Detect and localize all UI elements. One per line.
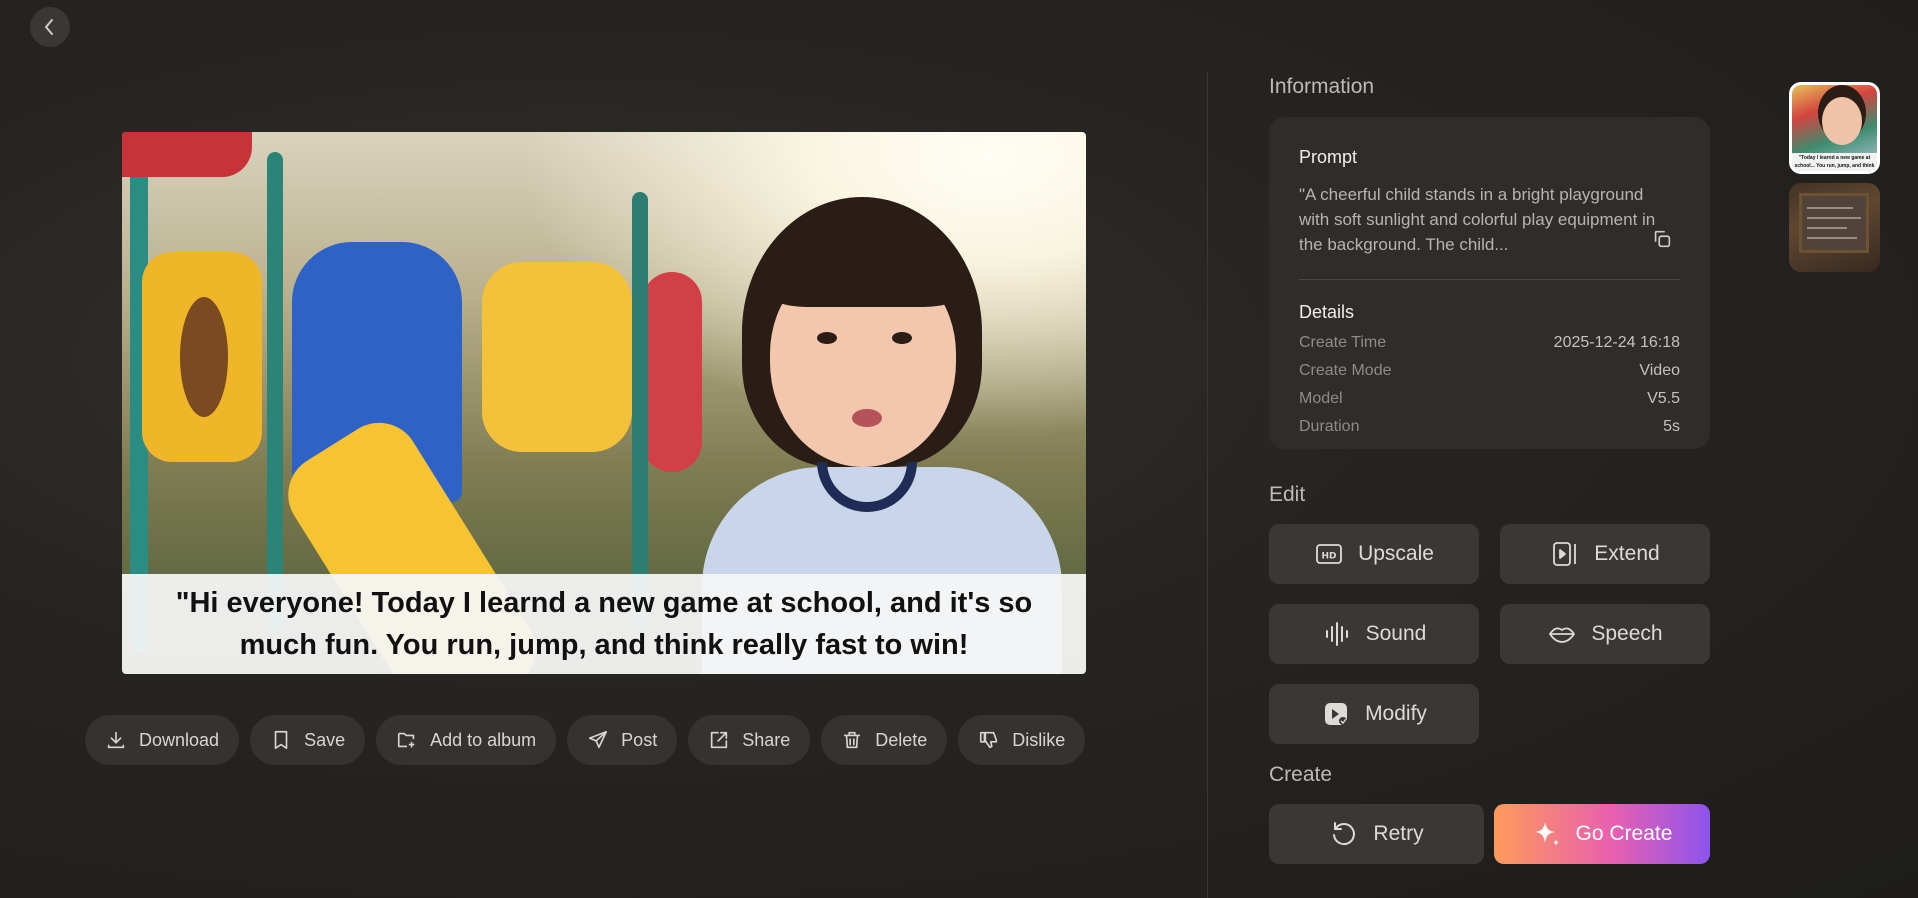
trash-icon <box>844 731 861 749</box>
lips-icon <box>1549 627 1576 643</box>
thumbs-down-icon <box>980 731 998 749</box>
chevron-left-icon <box>44 19 53 35</box>
send-icon <box>589 730 608 749</box>
bookmark-icon <box>274 730 288 750</box>
playground-tunnel <box>482 262 632 452</box>
detail-row: Create Mode Video <box>1299 362 1680 379</box>
svg-text:HD: HD <box>1322 552 1337 562</box>
thumbnail-chalkboard <box>1799 193 1869 253</box>
prompt-heading: Prompt <box>1299 147 1358 167</box>
detail-row: Create Time 2025-12-24 16:18 <box>1299 334 1680 351</box>
thumbnail-selected[interactable]: "Today I learnd a new game at school... … <box>1789 82 1880 174</box>
video-caption: "Hi everyone! Today I learnd a new game … <box>122 574 1086 674</box>
video-preview[interactable]: "Hi everyone! Today I learnd a new game … <box>122 132 1086 674</box>
dislike-button[interactable]: Dislike <box>958 715 1086 765</box>
sound-wave-icon <box>1325 622 1348 646</box>
thumbnail-child <box>1822 97 1862 145</box>
share-button[interactable]: Share <box>688 715 811 765</box>
retry-icon <box>1333 822 1356 846</box>
playground-hole <box>180 297 228 417</box>
hd-icon: HD <box>1316 544 1342 564</box>
extend-button[interactable]: Extend <box>1500 524 1710 584</box>
details-heading: Details <box>1299 302 1355 322</box>
folder-add-icon <box>398 732 415 748</box>
modify-button[interactable]: Modify <box>1269 684 1479 744</box>
information-title: Information <box>1269 75 1375 98</box>
action-bar: Download Save Add to album Post Share De… <box>85 715 1086 765</box>
create-title: Create <box>1269 763 1333 786</box>
sparkle-icon <box>1534 822 1559 846</box>
card-divider <box>1299 279 1680 280</box>
save-button[interactable]: Save <box>250 715 366 765</box>
edit-title: Edit <box>1269 483 1306 506</box>
playground-post <box>267 152 283 632</box>
go-create-button[interactable]: Go Create <box>1494 804 1710 864</box>
thumbnail[interactable] <box>1789 183 1880 272</box>
detail-row: Model V5.5 <box>1299 390 1680 407</box>
playground-roof <box>122 132 252 177</box>
extend-video-icon <box>1553 542 1577 566</box>
download-button[interactable]: Download <box>85 715 240 765</box>
share-icon <box>711 731 728 749</box>
upscale-button[interactable]: HD Upscale <box>1269 524 1479 584</box>
download-icon <box>107 731 125 749</box>
add-to-album-button[interactable]: Add to album <box>376 715 557 765</box>
modify-video-icon <box>1325 703 1348 725</box>
sound-button[interactable]: Sound <box>1269 604 1479 664</box>
playground-post <box>632 192 648 632</box>
detail-row: Duration 5s <box>1299 418 1680 435</box>
back-button[interactable] <box>30 7 70 47</box>
delete-button[interactable]: Delete <box>821 715 948 765</box>
thumbnail-caption: "Today I learnd a new game at school... … <box>1792 153 1877 171</box>
prompt-text: "A cheerful child stands in a bright pla… <box>1299 185 1656 254</box>
information-card: Prompt "A cheerful child stands in a bri… <box>1269 117 1710 449</box>
retry-button[interactable]: Retry <box>1269 804 1484 864</box>
panel-divider <box>1207 72 1208 898</box>
speech-button[interactable]: Speech <box>1500 604 1710 664</box>
post-button[interactable]: Post <box>567 715 678 765</box>
copy-icon[interactable] <box>1651 228 1673 250</box>
